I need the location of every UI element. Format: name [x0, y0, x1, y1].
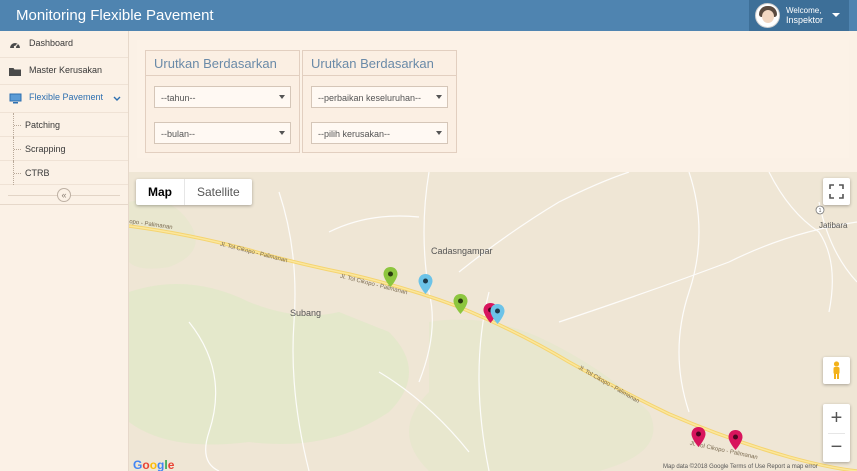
- dashboard-icon: [10, 43, 20, 49]
- sidebar-collapse-row: «: [0, 186, 128, 205]
- map-type-satellite-button[interactable]: Satellite: [184, 179, 252, 205]
- map-type-control: Map Satellite: [136, 179, 252, 205]
- top-navbar: Monitoring Flexible Pavement Welcome, In…: [0, 0, 857, 31]
- sidebar-subitem-scrapping[interactable]: Scrapping: [0, 137, 128, 161]
- place-label-jatibara: Jatibara: [819, 221, 848, 230]
- panel-title: Urutkan Berdasarkan: [303, 51, 456, 76]
- sidebar-item-label: Flexible Pavement: [29, 92, 104, 102]
- pegman-icon: [833, 361, 840, 379]
- sidebar-subitem-ctrb[interactable]: CTRB: [0, 161, 128, 185]
- sidebar-item-flexible-pavement[interactable]: Flexible Pavement: [0, 85, 128, 113]
- map-attribution[interactable]: Map data ©2018 Google Terms of Use Repor…: [663, 464, 818, 470]
- zoom-out-button[interactable]: −: [823, 434, 850, 461]
- month-select[interactable]: --bulan--: [154, 122, 291, 144]
- fullscreen-icon: [829, 184, 844, 199]
- sidebar-item-master-kerusakan[interactable]: Master Kerusakan: [0, 58, 128, 85]
- fullscreen-button[interactable]: [823, 178, 850, 205]
- monitor-icon: [9, 93, 22, 104]
- map-marker-green[interactable]: [383, 267, 398, 287]
- welcome-text: Welcome,: [786, 6, 822, 15]
- map-marker-pink[interactable]: [691, 427, 706, 447]
- avatar[interactable]: [755, 3, 780, 28]
- app-title[interactable]: Monitoring Flexible Pavement: [16, 7, 214, 24]
- dropdown-arrow-icon: [436, 131, 442, 135]
- user-menu[interactable]: Welcome, Inspektor: [749, 0, 849, 31]
- sidebar: Dashboard Master Kerusakan Flexible Pave…: [0, 31, 129, 471]
- place-label-subang: Subang: [290, 308, 322, 318]
- sidebar-subitem-patching[interactable]: Patching: [0, 113, 128, 137]
- filter-panel-time: Urutkan Berdasarkan --tahun-- --bulan--: [145, 50, 300, 153]
- place-label-cadasngampar: Cadasngampar: [431, 246, 493, 256]
- username: Inspektor: [786, 15, 824, 25]
- filter-panel-damage: Urutkan Berdasarkan --perbaikan keseluru…: [302, 50, 457, 153]
- map-marker-green[interactable]: [453, 294, 468, 314]
- year-select-value: --tahun--: [161, 93, 196, 103]
- folder-icon: [9, 68, 21, 76]
- repair-select[interactable]: --perbaikan keseluruhan--: [311, 86, 448, 108]
- damage-select[interactable]: --pilih kerusakan--: [311, 122, 448, 144]
- zoom-control: + −: [823, 404, 850, 462]
- street-view-button[interactable]: [823, 357, 850, 384]
- panel-title: Urutkan Berdasarkan: [146, 51, 299, 76]
- repair-select-value: --perbaikan keseluruhan--: [318, 93, 422, 103]
- sidebar-item-label: Master Kerusakan: [29, 65, 103, 75]
- map-type-map-button[interactable]: Map: [136, 179, 184, 205]
- tree-dash: [14, 173, 21, 174]
- road-shield-icon: 1: [815, 205, 825, 215]
- map-marker-blue[interactable]: [418, 274, 433, 294]
- damage-select-value: --pilih kerusakan--: [318, 129, 391, 139]
- year-select[interactable]: --tahun--: [154, 86, 291, 108]
- map-marker-blue[interactable]: [490, 304, 505, 324]
- map-view[interactable]: opo - Palimanan Jl. Tol Cikopo - Paliman…: [129, 172, 857, 471]
- dropdown-arrow-icon: [279, 95, 285, 99]
- chevron-down-icon[interactable]: [113, 96, 121, 102]
- month-select-value: --bulan--: [161, 129, 196, 139]
- zoom-in-button[interactable]: +: [823, 405, 850, 432]
- google-logo: Google: [133, 458, 175, 471]
- sidebar-collapse-button[interactable]: «: [57, 188, 71, 202]
- tree-dash: [14, 149, 21, 150]
- tree-dash: [14, 125, 21, 126]
- sidebar-subitem-label: CTRB: [25, 168, 50, 178]
- avatar-face: [762, 10, 774, 23]
- dropdown-arrow-icon: [279, 131, 285, 135]
- sidebar-subitem-label: Scrapping: [25, 144, 66, 154]
- dropdown-arrow-icon: [436, 95, 442, 99]
- map-marker-pink[interactable]: [728, 430, 743, 450]
- svg-text:1: 1: [819, 208, 822, 214]
- caret-down-icon[interactable]: [832, 13, 840, 17]
- sidebar-item-label: Dashboard: [29, 38, 74, 48]
- sidebar-subitem-label: Patching: [25, 120, 61, 130]
- sidebar-item-dashboard[interactable]: Dashboard: [0, 31, 128, 58]
